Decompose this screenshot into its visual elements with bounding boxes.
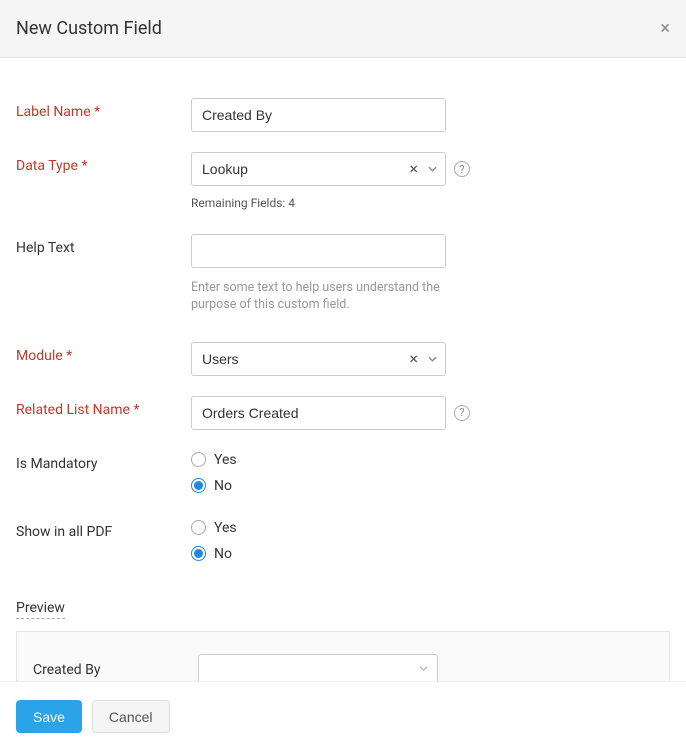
row-show-pdf: Show in all PDF Yes No (16, 518, 670, 562)
clear-icon[interactable]: × (409, 351, 418, 367)
related-list-input[interactable] (191, 396, 446, 430)
chevron-down-icon (418, 662, 429, 678)
radio-icon (191, 452, 206, 467)
remaining-fields-text: Remaining Fields: 4 (191, 196, 295, 210)
close-icon[interactable]: × (660, 20, 670, 38)
radio-label: No (214, 546, 232, 562)
cancel-button[interactable]: Cancel (92, 700, 170, 733)
dialog-title: New Custom Field (16, 18, 162, 39)
input-col (191, 234, 670, 268)
input-col: × ? (191, 152, 670, 186)
show-pdf-no-radio[interactable]: No (191, 546, 237, 562)
label-col: Show in all PDF (16, 518, 191, 540)
row-module: Module * × (16, 342, 670, 376)
row-help-text: Help Text (16, 234, 670, 268)
related-list-label: Related List Name (16, 402, 130, 418)
save-button[interactable]: Save (16, 700, 82, 733)
data-type-value[interactable] (191, 152, 446, 186)
input-col: Yes No (191, 518, 670, 562)
label-col: Related List Name * (16, 396, 191, 418)
mandatory-yes-radio[interactable]: Yes (191, 452, 237, 468)
radio-label: No (214, 478, 232, 494)
dialog-header: New Custom Field × (0, 0, 686, 58)
row-label-name: Label Name * (16, 98, 670, 132)
module-label: Module (16, 348, 63, 364)
label-col: Label Name * (16, 98, 191, 120)
preview-title: Preview (16, 600, 65, 619)
clear-icon[interactable]: × (409, 161, 418, 177)
data-type-select[interactable]: × (191, 152, 446, 186)
show-pdf-radio-group: Yes No (191, 518, 237, 562)
row-data-type: Data Type * × ? (16, 152, 670, 186)
radio-icon (191, 546, 206, 561)
module-select[interactable]: × (191, 342, 446, 376)
label-col: Is Mandatory (16, 450, 191, 472)
preview-field-label: Created By (33, 662, 198, 678)
label-col: Data Type * (16, 152, 191, 174)
row-mandatory: Is Mandatory Yes No (16, 450, 670, 494)
show-pdf-yes-radio[interactable]: Yes (191, 520, 237, 536)
mandatory-radio-group: Yes No (191, 450, 237, 494)
help-text-input[interactable] (191, 234, 446, 268)
row-related-list: Related List Name * ? (16, 396, 670, 430)
help-text-hint: Enter some text to help users understand… (191, 280, 446, 314)
dialog-footer: Save Cancel (0, 681, 686, 751)
label-name-label: Label Name (16, 104, 91, 120)
label-col: Module * (16, 342, 191, 364)
required-star: * (81, 158, 87, 174)
data-type-label: Data Type (16, 158, 78, 174)
required-star: * (133, 402, 139, 418)
radio-label: Yes (214, 520, 237, 536)
radio-icon (191, 520, 206, 535)
mandatory-no-radio[interactable]: No (191, 478, 237, 494)
row-data-type-sub: Remaining Fields: 4 (16, 190, 670, 210)
radio-icon (191, 478, 206, 493)
radio-label: Yes (214, 452, 237, 468)
module-value[interactable] (191, 342, 446, 376)
show-pdf-label: Show in all PDF (16, 524, 112, 540)
help-icon[interactable]: ? (454, 405, 470, 421)
help-icon[interactable]: ? (454, 161, 470, 177)
input-col: Yes No (191, 450, 670, 494)
help-text-label: Help Text (16, 240, 75, 256)
label-name-input[interactable] (191, 98, 446, 132)
form-body: Label Name * Data Type * × ? Remaining F… (0, 58, 686, 729)
input-col: × (191, 342, 670, 376)
row-help-text-hint: Enter some text to help users understand… (16, 272, 670, 314)
required-star: * (94, 104, 100, 120)
input-col: ? (191, 396, 670, 430)
mandatory-label: Is Mandatory (16, 456, 98, 472)
label-col: Help Text (16, 234, 191, 256)
input-col (191, 98, 670, 132)
required-star: * (66, 348, 72, 364)
